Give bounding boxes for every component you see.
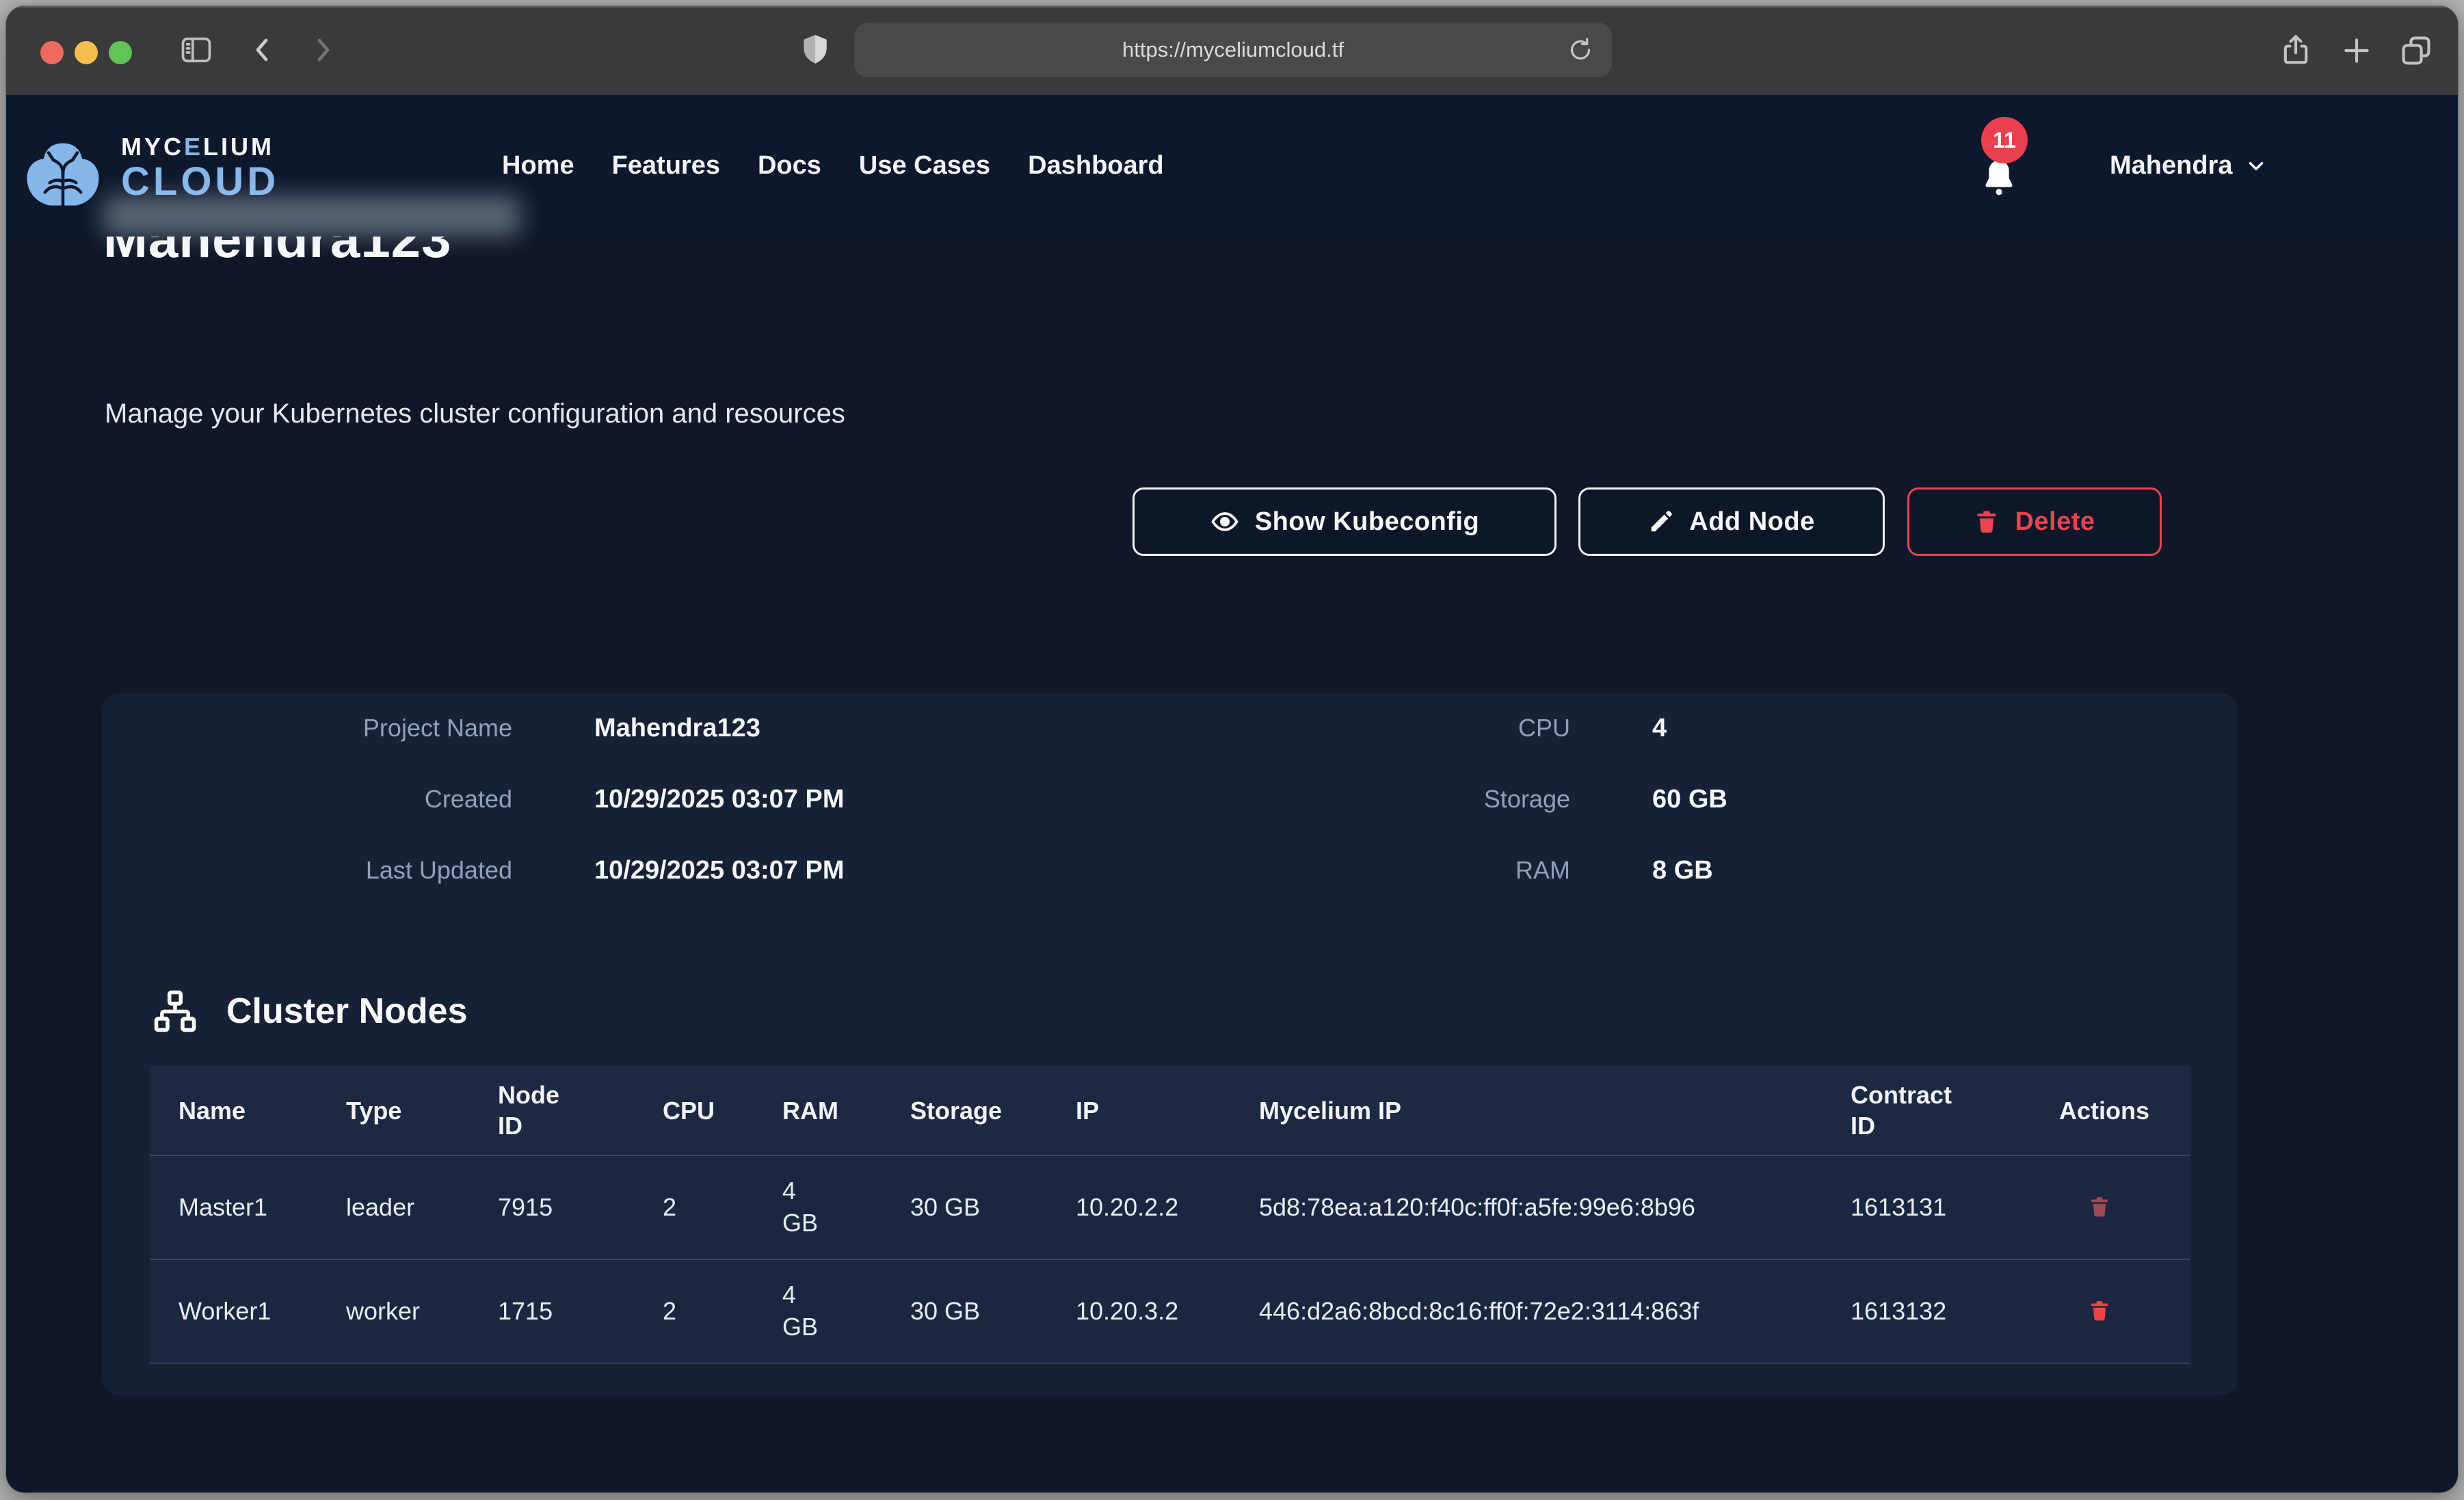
last-updated-value: 10/29/2025 03:07 PM <box>594 854 845 887</box>
cell-name: Worker1 <box>178 1296 346 1328</box>
cell-mycelium-ip: 446:d2a6:8bcd:8c16:ff0f:72e2:3114:863f <box>1259 1296 1699 1328</box>
cell-node-id: 7915 <box>498 1192 663 1224</box>
privacy-shield-icon[interactable] <box>798 28 832 70</box>
reload-icon[interactable] <box>1567 36 1594 67</box>
cluster-details-card: Project Name Mahendra123 Created 10/29/2… <box>102 693 2238 1395</box>
address-bar-url: https://myceliumcloud.tf <box>1122 38 1344 62</box>
user-name: Mahendra <box>2110 151 2232 180</box>
zoom-window-button[interactable] <box>109 41 132 64</box>
site-navbar: MYCELIUM CLOUD Home Features Docs Use Ca… <box>6 95 2458 237</box>
created-value: 10/29/2025 03:07 PM <box>594 783 845 816</box>
cell-name: Master1 <box>178 1192 346 1224</box>
brand-wordmark[interactable]: MYCELIUM CLOUD <box>121 135 279 202</box>
col-node-id: Node ID <box>498 1080 580 1141</box>
col-mycelium-ip: Mycelium IP <box>1259 1095 1851 1126</box>
cpu-label: CPU <box>1196 712 1570 745</box>
chevron-down-icon <box>2244 155 2268 178</box>
blurred-title-under-navbar <box>103 196 520 236</box>
brand-line1-rest: LIUM <box>203 133 274 161</box>
page-subtitle: Manage your Kubernetes cluster configura… <box>105 399 845 429</box>
col-name: Name <box>178 1095 346 1126</box>
pencil-icon <box>1648 509 1674 535</box>
back-button-icon[interactable] <box>247 31 280 69</box>
brand-line1: MYC <box>121 133 184 161</box>
cell-contract-id: 1613132 <box>1851 1296 2059 1328</box>
tab-overview-icon[interactable] <box>2398 31 2434 70</box>
eye-icon <box>1210 507 1240 537</box>
created-label: Created <box>102 783 512 816</box>
trash-icon <box>2088 1194 2111 1220</box>
col-ram: RAM <box>782 1095 910 1126</box>
delete-node-button[interactable] <box>2088 1298 2111 1326</box>
show-kubeconfig-button[interactable]: Show Kubeconfig <box>1132 487 1556 556</box>
storage-label: Storage <box>1196 783 1570 816</box>
add-node-label: Add Node <box>1689 507 1814 537</box>
add-node-button[interactable]: Add Node <box>1578 487 1885 556</box>
page-content: MYCELIUM CLOUD Home Features Docs Use Ca… <box>6 95 2458 1493</box>
cell-storage: 30 GB <box>910 1296 1076 1328</box>
trash-icon <box>1974 507 2000 536</box>
table-header-row: Name Type Node ID CPU RAM Storage IP Myc… <box>150 1066 2190 1155</box>
storage-value: 60 GB <box>1652 783 1727 816</box>
brand-line1-e: E <box>184 133 203 161</box>
close-window-button[interactable] <box>40 41 64 64</box>
cell-cpu: 2 <box>663 1192 782 1224</box>
nav-links: Home Features Docs Use Cases Dashboard <box>502 95 1164 237</box>
table-row: Worker1 worker 1715 2 4 GB 30 GB 10.20.3… <box>150 1259 2190 1363</box>
nav-link-use-cases[interactable]: Use Cases <box>859 151 990 180</box>
table-row: Master1 leader 7915 2 4 GB 30 GB 10.20.2… <box>150 1155 2190 1259</box>
col-cpu: CPU <box>663 1095 782 1126</box>
cell-ram: 4 GB <box>782 1175 830 1240</box>
delete-node-button[interactable] <box>2088 1194 2111 1222</box>
forward-button-icon[interactable] <box>306 31 339 69</box>
network-icon <box>153 989 198 1034</box>
col-actions: Actions <box>2059 1095 2190 1126</box>
page-title: Mahendra123 <box>103 237 1129 276</box>
share-icon[interactable] <box>2278 31 2314 70</box>
delete-label: Delete <box>2015 507 2095 537</box>
cell-ram: 4 GB <box>782 1279 830 1343</box>
trash-icon <box>2088 1298 2111 1324</box>
delete-cluster-button[interactable]: Delete <box>1907 487 2162 556</box>
col-ip: IP <box>1076 1095 1259 1126</box>
ram-value: 8 GB <box>1652 854 1713 887</box>
col-contract-id: Contract ID <box>1851 1080 1967 1141</box>
ram-label: RAM <box>1196 854 1570 887</box>
sidebar-toggle-icon[interactable] <box>178 29 214 70</box>
user-menu[interactable]: Mahendra <box>2110 95 2268 237</box>
cluster-nodes-title: Cluster Nodes <box>226 991 468 1032</box>
notifications-button[interactable]: 11 <box>1972 95 2054 237</box>
cluster-nodes-section-header: Cluster Nodes <box>153 989 468 1034</box>
page-title-clip: Mahendra123 <box>103 237 1129 279</box>
project-name-label: Project Name <box>102 712 512 745</box>
cell-contract-id: 1613131 <box>1851 1192 2059 1224</box>
address-bar[interactable]: https://myceliumcloud.tf <box>854 23 1612 77</box>
nav-link-features[interactable]: Features <box>612 151 720 180</box>
cell-storage: 30 GB <box>910 1192 1076 1224</box>
project-name-value: Mahendra123 <box>594 712 760 745</box>
minimize-window-button[interactable] <box>75 41 98 64</box>
cpu-value: 4 <box>1652 712 1667 745</box>
browser-titlebar: https://myceliumcloud.tf <box>6 6 2458 95</box>
mycelium-logo-icon[interactable] <box>25 140 101 212</box>
cell-node-id: 1715 <box>498 1296 663 1328</box>
last-updated-label: Last Updated <box>102 854 512 887</box>
cell-cpu: 2 <box>663 1296 782 1328</box>
cluster-nodes-table: Name Type Node ID CPU RAM Storage IP Myc… <box>150 1066 2190 1364</box>
cell-ip: 10.20.2.2 <box>1076 1192 1259 1224</box>
cell-ip: 10.20.3.2 <box>1076 1296 1259 1328</box>
col-type: Type <box>346 1095 498 1126</box>
nav-link-docs[interactable]: Docs <box>758 151 821 180</box>
col-storage: Storage <box>910 1095 1076 1126</box>
new-tab-icon[interactable] <box>2340 32 2374 69</box>
notifications-badge: 11 <box>1981 117 2028 163</box>
cell-mycelium-ip: 5d8:78ea:a120:f40c:ff0f:a5fe:99e6:8b96 <box>1259 1192 1695 1224</box>
show-kubeconfig-label: Show Kubeconfig <box>1255 507 1479 537</box>
cell-type: leader <box>346 1192 498 1224</box>
browser-window: https://myceliumcloud.tf <box>5 5 2459 1493</box>
cell-type: worker <box>346 1296 498 1328</box>
nav-link-dashboard[interactable]: Dashboard <box>1028 151 1163 180</box>
nav-link-home[interactable]: Home <box>502 151 574 180</box>
